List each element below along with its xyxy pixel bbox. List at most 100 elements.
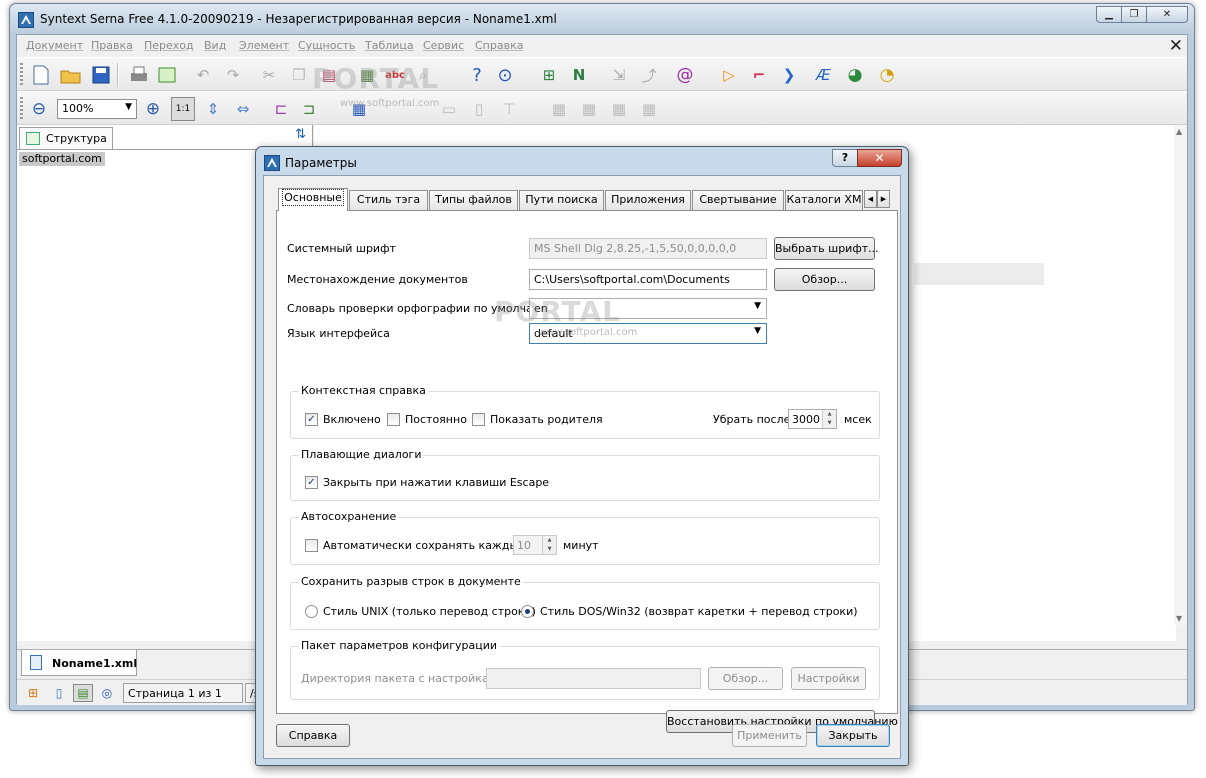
print-icon[interactable] bbox=[127, 63, 151, 87]
close-window-button[interactable]: ✕ bbox=[1146, 6, 1188, 23]
fold-icon[interactable]: ⊏ bbox=[269, 97, 293, 121]
autosave-checkbox[interactable] bbox=[305, 539, 318, 552]
dos-style-radio[interactable] bbox=[521, 605, 534, 618]
menu-tools[interactable]: Сервис bbox=[423, 39, 464, 52]
comment-bubble-icon[interactable]: ◕ bbox=[843, 63, 867, 87]
menu-table[interactable]: Таблица bbox=[365, 39, 414, 52]
table-row-icon[interactable]: ▭ bbox=[437, 97, 461, 121]
fit-width-icon[interactable]: ⇔ bbox=[231, 97, 255, 121]
symbol-icon[interactable]: Æ bbox=[811, 63, 835, 87]
status-structure-icon[interactable]: ▤ bbox=[73, 684, 93, 702]
tab-general[interactable]: Основные bbox=[278, 188, 348, 211]
scroll-down-icon[interactable]: ▼ bbox=[1176, 614, 1182, 623]
unix-style-radio[interactable] bbox=[305, 605, 318, 618]
close-document-icon[interactable]: ✕ bbox=[1169, 36, 1183, 56]
table-props-icon[interactable]: ▦ bbox=[637, 97, 661, 121]
tab-folding[interactable]: Свертывание bbox=[692, 190, 784, 210]
tab-file-types[interactable]: Типы файлов bbox=[429, 190, 518, 210]
zoom-select[interactable]: 100% ▼ bbox=[57, 99, 137, 119]
status-search-icon[interactable]: ◎ bbox=[97, 684, 117, 702]
config-settings-button[interactable]: Настройки bbox=[791, 667, 866, 690]
context-help-enabled-checkbox[interactable]: ✓ bbox=[305, 413, 318, 426]
close-escape-checkbox[interactable]: ✓ bbox=[305, 476, 318, 489]
remove-after-spinbox[interactable]: 3000 ▲ ▼ bbox=[788, 409, 837, 429]
document-tab[interactable]: Noname1.xml bbox=[21, 650, 137, 676]
show-parent-checkbox[interactable] bbox=[472, 413, 485, 426]
config-dir-field[interactable] bbox=[486, 668, 701, 689]
open-folder-icon[interactable] bbox=[59, 63, 83, 87]
tab-scroll-right-icon[interactable]: ▶ bbox=[877, 190, 890, 208]
table-split-icon[interactable]: ⊤ bbox=[497, 97, 521, 121]
save-icon[interactable] bbox=[89, 63, 113, 87]
toolbar-grip[interactable] bbox=[20, 63, 23, 87]
cut-icon[interactable]: ✂ bbox=[257, 63, 281, 87]
rename-element-icon[interactable]: N bbox=[567, 63, 591, 87]
tab-tag-style[interactable]: Стиль тэга bbox=[349, 190, 428, 210]
copy-icon[interactable]: ❐ bbox=[287, 63, 311, 87]
vertical-scrollbar[interactable]: ▲ ▼ bbox=[1174, 125, 1187, 625]
attribute-icon[interactable]: @ bbox=[673, 63, 697, 87]
join-element-icon[interactable]: ⤴ bbox=[637, 63, 661, 87]
scroll-up-icon[interactable]: ▲ bbox=[1176, 127, 1182, 136]
menu-element[interactable]: Элемент bbox=[239, 39, 289, 52]
pi-bubble-icon[interactable]: ◔ bbox=[875, 63, 899, 87]
zoom-out-icon[interactable]: ⊖ bbox=[27, 97, 51, 121]
redo-icon[interactable]: ↷ bbox=[221, 63, 245, 87]
table-merge-icon[interactable]: ▦ bbox=[577, 97, 601, 121]
print-preview-icon[interactable] bbox=[155, 63, 179, 87]
autosave-interval-spinbox[interactable]: 10 ▲ ▼ bbox=[513, 535, 557, 555]
context-help-permanent-checkbox[interactable] bbox=[387, 413, 400, 426]
close-button[interactable]: Закрыть bbox=[816, 724, 890, 747]
dialog-help-button[interactable]: ? bbox=[832, 149, 858, 167]
dialog-title-bar[interactable]: Параметры ? ✕ bbox=[256, 147, 908, 175]
processing-instruction-icon[interactable]: ▷ bbox=[717, 63, 741, 87]
table-column-icon[interactable]: ▯ bbox=[467, 97, 491, 121]
maximize-button[interactable]: ❐ bbox=[1121, 6, 1147, 23]
new-document-icon[interactable] bbox=[29, 63, 53, 87]
status-tree-icon[interactable]: ⊞ bbox=[23, 684, 43, 702]
spin-arrows-icon[interactable]: ▲ ▼ bbox=[822, 410, 836, 428]
menu-document[interactable]: Документ bbox=[26, 39, 83, 52]
tree-item[interactable]: softportal.com bbox=[19, 152, 105, 166]
help-button[interactable]: Справка bbox=[276, 724, 350, 747]
config-browse-button[interactable]: Обзор... bbox=[708, 667, 783, 690]
tab-search-paths[interactable]: Пути поиска bbox=[519, 190, 604, 210]
apply-button[interactable]: Применить bbox=[732, 724, 807, 747]
dialog-close-button[interactable]: ✕ bbox=[857, 149, 902, 167]
tree-action-icon[interactable]: ⇅ bbox=[295, 127, 306, 142]
remove-after-label: Убрать после bbox=[713, 413, 791, 426]
browse-docs-button[interactable]: Обзор... bbox=[774, 268, 875, 291]
context-help-icon[interactable]: ⊙ bbox=[493, 63, 517, 87]
status-page-icon[interactable]: ▯ bbox=[49, 684, 69, 702]
menu-entity[interactable]: Сущность bbox=[298, 39, 355, 52]
system-font-field[interactable]: MS Shell Dlg 2,8.25,-1,5,50,0,0,0,0,0 bbox=[529, 238, 767, 259]
docs-location-field[interactable]: C:\Users\softportal.com\Documents bbox=[529, 269, 767, 290]
spin-arrows-icon[interactable]: ▲ ▼ bbox=[542, 536, 556, 554]
tab-structure[interactable]: Структура bbox=[19, 127, 113, 149]
entity-icon[interactable]: ❯ bbox=[777, 63, 801, 87]
tab-scroll-left-icon[interactable]: ◀ bbox=[864, 190, 877, 208]
autosave-group: Автосохранение Автоматически сохранять к… bbox=[290, 510, 880, 565]
unfold-icon[interactable]: ⊐ bbox=[297, 97, 321, 121]
fit-height-icon[interactable]: ⇕ bbox=[201, 97, 225, 121]
tab-applications[interactable]: Приложения bbox=[605, 190, 691, 210]
dialog-title: Параметры bbox=[285, 156, 357, 170]
menu-go[interactable]: Переход bbox=[144, 39, 194, 52]
menu-edit[interactable]: Правка bbox=[91, 39, 133, 52]
tab-xml-catalogs[interactable]: Каталоги XM bbox=[785, 190, 863, 210]
actual-size-icon[interactable]: 1:1 bbox=[171, 97, 195, 121]
zoom-in-icon[interactable]: ⊕ bbox=[141, 97, 165, 121]
menu-view[interactable]: Вид bbox=[204, 39, 226, 52]
toolbar-grip-2[interactable] bbox=[20, 97, 23, 121]
table-delete-icon[interactable]: ▦ bbox=[607, 97, 631, 121]
split-element-icon[interactable]: ⇲ bbox=[607, 63, 631, 87]
help-icon[interactable]: ? bbox=[465, 63, 489, 87]
minimize-button[interactable]: ▁ bbox=[1096, 6, 1122, 23]
settings-tabs: Основные Стиль тэга Типы файлов Пути пои… bbox=[276, 188, 892, 211]
comment-icon[interactable]: ⌐ bbox=[747, 63, 771, 87]
menu-help[interactable]: Справка bbox=[475, 39, 523, 52]
table-grid-icon[interactable]: ▦ bbox=[547, 97, 571, 121]
choose-font-button[interactable]: Выбрать шрифт... bbox=[774, 237, 879, 260]
undo-icon[interactable]: ↶ bbox=[191, 63, 215, 87]
insert-element-icon[interactable]: ⊞ bbox=[537, 63, 561, 87]
